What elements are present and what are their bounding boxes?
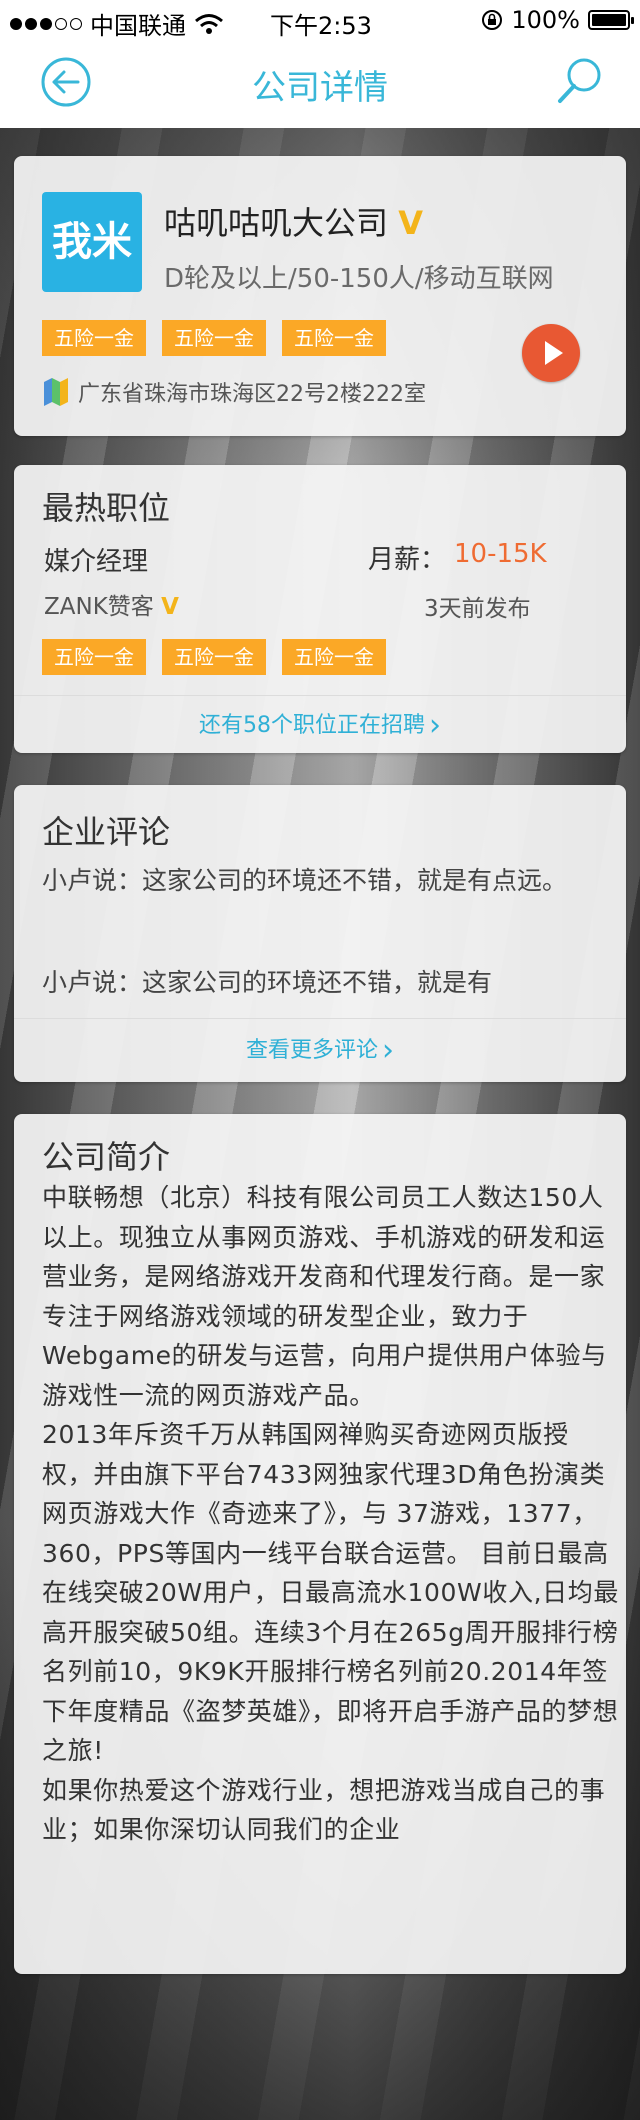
search-icon[interactable] <box>552 54 606 108</box>
carrier-group: 中国联通 <box>10 6 224 41</box>
status-bar: 中国联通 下午2:53 100% <box>0 0 640 40</box>
job-company-name: ZANK赞客 <box>44 594 154 620</box>
rotation-lock-icon <box>482 10 503 30</box>
hot-jobs-card: 最热职位 媒介经理 月薪： 10-15K ZANK赞客 V 3天前发布 五险一金… <box>14 465 626 753</box>
status-right: 100% <box>481 6 634 34</box>
benefit-tag: 五险一金 <box>42 320 146 356</box>
job-title[interactable]: 媒介经理 <box>44 541 148 578</box>
carrier-label: 中国联通 <box>90 12 186 40</box>
wifi-icon <box>195 13 223 34</box>
more-jobs-label: 还有58个职位正在招聘 <box>199 713 425 738</box>
company-address: 广东省珠海市珠海区22号2楼222室 <box>78 382 426 407</box>
intro-text: 中联畅想（北京）科技有限公司员工人数达150人以上。现独立从事网页游戏、手机游戏… <box>42 1178 620 1973</box>
signal-icon <box>10 17 82 30</box>
reviews-title: 企业评论 <box>42 813 171 851</box>
nav-bar: 公司详情 <box>0 40 640 128</box>
benefit-tags: 五险一金 五险一金 五险一金 <box>42 320 402 356</box>
company-name: 咕叽咕叽大公司 V <box>164 198 423 244</box>
company-meta: D轮及以上/50-150人/移动互联网 <box>164 264 554 294</box>
posted-time: 3天前发布 <box>424 596 531 622</box>
salary-label: 月薪： <box>368 545 447 575</box>
benefit-tag: 五险一金 <box>162 639 266 675</box>
more-reviews-label: 查看更多评论 <box>245 1038 378 1063</box>
benefit-tag: 五险一金 <box>282 320 386 356</box>
battery-label: 100% <box>511 6 580 34</box>
chevron-right-icon: › <box>429 708 441 743</box>
salary-value: 10-15K <box>454 539 547 569</box>
map-icon <box>44 378 68 406</box>
play-video-button[interactable] <box>522 324 580 382</box>
company-card[interactable]: 我米 咕叽咕叽大公司 V D轮及以上/50-150人/移动互联网 五险一金 五险一… <box>14 156 626 436</box>
benefit-tag: 五险一金 <box>162 320 266 356</box>
battery-icon <box>588 10 634 30</box>
more-reviews-link[interactable]: 查看更多评论 › <box>14 1032 626 1068</box>
chevron-right-icon: › <box>382 1033 394 1068</box>
intro-title: 公司简介 <box>42 1138 171 1176</box>
intro-paragraph: 中联畅想（北京）科技有限公司员工人数达150人以上。现独立从事网页游戏、手机游戏… <box>42 1183 607 1410</box>
intro-card: 公司简介 中联畅想（北京）科技有限公司员工人数达150人以上。现独立从事网页游戏… <box>14 1114 626 1974</box>
hot-jobs-title: 最热职位 <box>42 489 171 527</box>
divider <box>14 695 626 696</box>
job-benefit-tags: 五险一金 五险一金 五险一金 <box>42 639 402 675</box>
review-item: 小卢说：这家公司的环境还不错，就是有点远。 <box>42 866 568 895</box>
more-jobs-link[interactable]: 还有58个职位正在招聘 › <box>14 707 626 743</box>
company-logo: 我米 <box>42 192 142 292</box>
intro-paragraph: 2013年斥资千万从韩国网禅购买奇迹网页版授权，并由旗下平台7433网独家代理3… <box>42 1420 619 1765</box>
intro-paragraph: 如果你热爱这个游戏行业，想把游戏当成自己的事业；如果你深切认同我们的企业 <box>42 1775 606 1845</box>
benefit-tag: 五险一金 <box>42 639 146 675</box>
review-item: 小卢说：这家公司的环境还不错，就是有 <box>42 968 493 997</box>
verified-badge-icon: V <box>398 204 423 242</box>
benefit-tag: 五险一金 <box>282 639 386 675</box>
job-company: ZANK赞客 V <box>44 587 179 621</box>
page-title: 公司详情 <box>252 68 388 108</box>
reviews-card: 企业评论 小卢说：这家公司的环境还不错，就是有点远。 小卢说：这家公司的环境还不… <box>14 785 626 1082</box>
verified-badge-icon: V <box>161 594 179 620</box>
company-name-text: 咕叽咕叽大公司 <box>164 204 389 242</box>
divider <box>14 1018 626 1019</box>
clock: 下午2:53 <box>270 12 372 40</box>
